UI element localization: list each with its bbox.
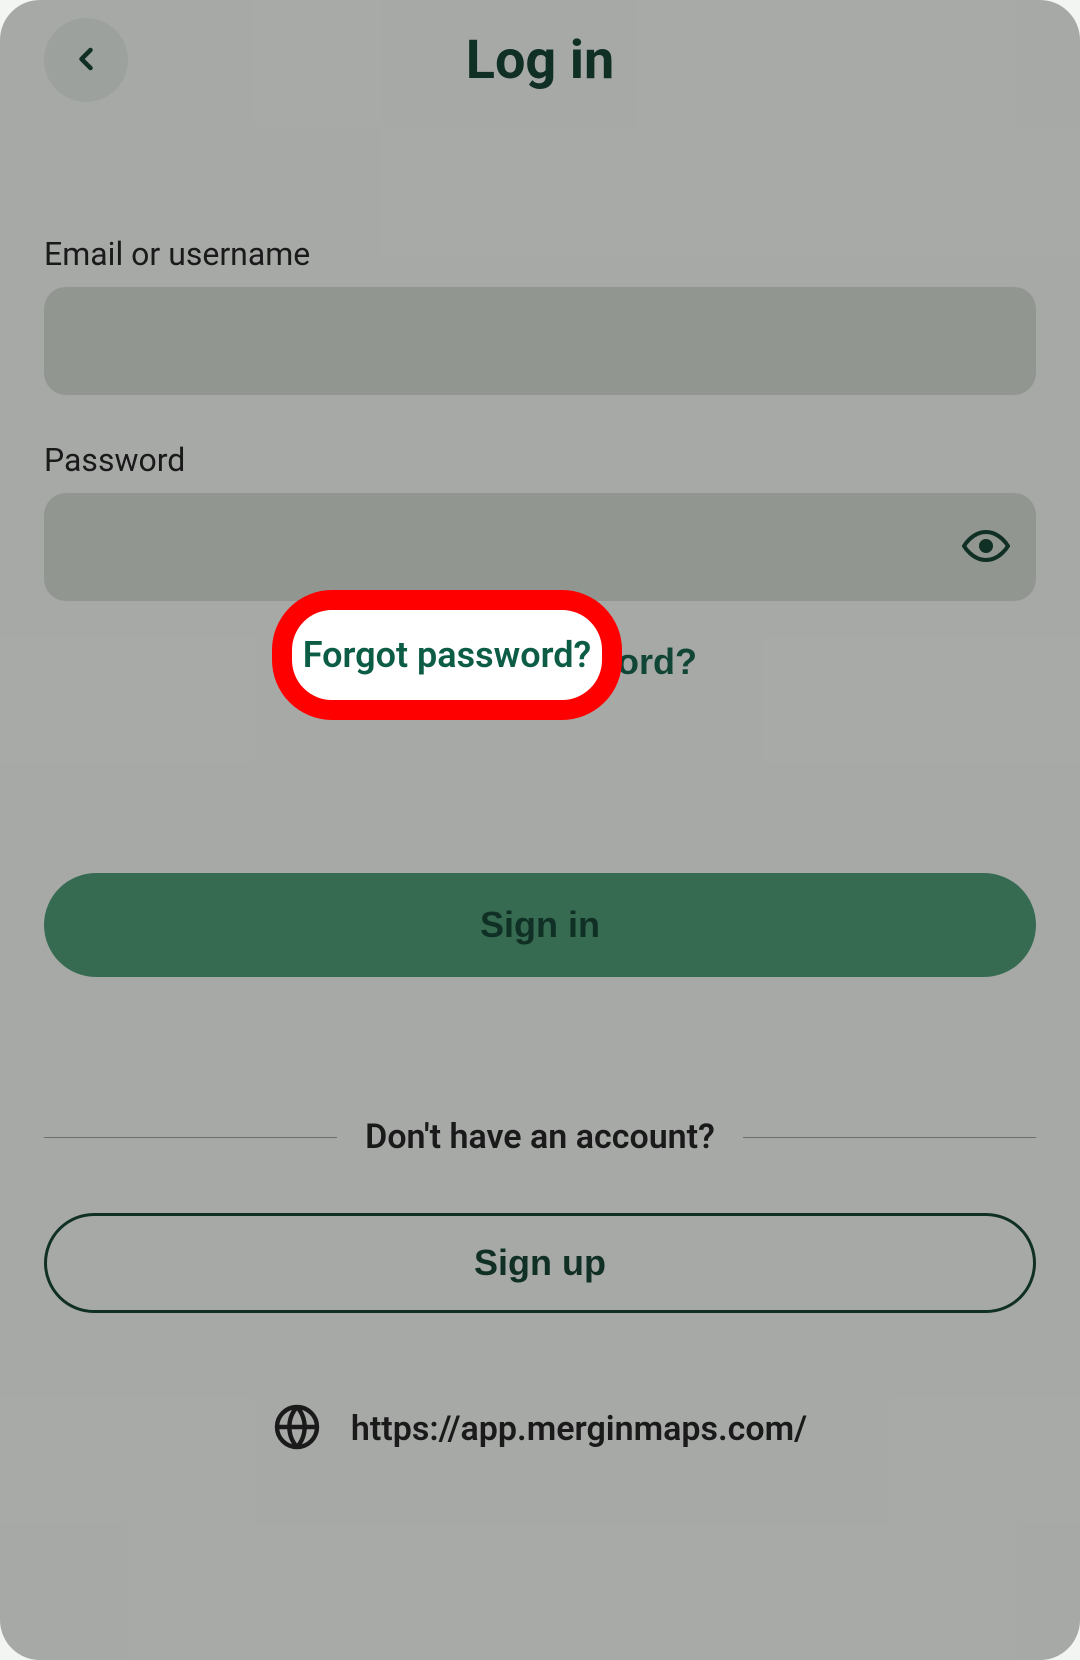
header: Log in (44, 15, 1036, 105)
signup-divider: Don't have an account? (44, 1117, 1036, 1157)
signin-button[interactable]: Sign in (44, 873, 1036, 977)
toggle-password-visibility-button[interactable] (958, 519, 1014, 575)
back-button[interactable] (44, 18, 128, 102)
password-label: Password (44, 441, 1036, 479)
server-url[interactable]: https://app.merginmaps.com/ (351, 1409, 807, 1449)
email-input-wrap (44, 287, 1036, 395)
chevron-left-icon (68, 41, 104, 80)
login-form: Email or username Password Forgot passwo… (44, 235, 1036, 1455)
password-input[interactable] (44, 493, 1036, 601)
eye-icon (962, 522, 1010, 573)
forgot-password-link[interactable]: Forgot password? (343, 611, 737, 713)
email-label: Email or username (44, 235, 1036, 273)
signup-button[interactable]: Sign up (44, 1213, 1036, 1313)
page-title: Log in (466, 29, 615, 92)
globe-icon (273, 1403, 321, 1455)
divider-text: Don't have an account? (365, 1117, 715, 1157)
divider-line-left (44, 1137, 337, 1138)
divider-line-right (743, 1137, 1036, 1138)
email-input[interactable] (44, 287, 1036, 395)
password-input-wrap (44, 493, 1036, 601)
footer: https://app.merginmaps.com/ (44, 1403, 1036, 1455)
